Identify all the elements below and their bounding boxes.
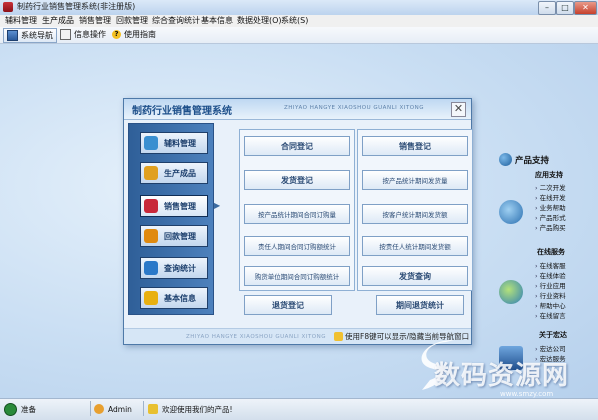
globe-icon bbox=[499, 153, 512, 166]
service-section-title: 在线服务 bbox=[537, 248, 565, 256]
dialog-title: 制药行业销售管理系统 bbox=[132, 106, 232, 117]
status-icon bbox=[4, 402, 17, 416]
dialog-close-button[interactable]: ✕ bbox=[451, 102, 466, 117]
nav-sales-button[interactable]: 销售管理 bbox=[140, 195, 208, 217]
nav-basic-info-label: 基本信息 bbox=[164, 293, 196, 303]
menu-basic-info[interactable]: 基本信息 bbox=[201, 15, 233, 27]
toolbar-info-label: 信息操作 bbox=[74, 30, 106, 39]
sales-icon bbox=[144, 199, 158, 213]
materials-icon bbox=[144, 136, 158, 150]
status-welcome-text: 欢迎使用我们的产品! bbox=[162, 404, 233, 414]
nav-payment-button[interactable]: 回款管理 bbox=[140, 225, 208, 247]
support-heading: 产品支持 bbox=[515, 156, 550, 166]
sales-register-button[interactable]: 销售登记 bbox=[362, 136, 468, 156]
service-link[interactable]: 行业应用 bbox=[535, 280, 566, 290]
left-function-group: 合同登记 发货登记 按产品统计期间合同订购量 责任人期间合同订购额统计 购货单位… bbox=[239, 129, 355, 291]
shipment-query-button[interactable]: 发货查询 bbox=[362, 266, 468, 286]
dialog-pinyin: ZHIYAO HANGYE XIAOSHOU GUANLI XITONG bbox=[284, 105, 424, 111]
tip-icon bbox=[334, 332, 343, 341]
menu-data[interactable]: 数据处理(O) bbox=[237, 15, 282, 27]
menu-products[interactable]: 生产成品 bbox=[42, 15, 74, 27]
status-divider bbox=[90, 401, 91, 416]
watermark-text: 数码资源网 bbox=[434, 361, 570, 391]
nav-products-label: 生产成品 bbox=[164, 168, 196, 178]
support-link[interactable]: 二次开发 bbox=[535, 182, 566, 192]
nav-sales-label: 销售管理 bbox=[164, 201, 196, 211]
toolbar-nav-label: 系统导航 bbox=[21, 31, 53, 40]
support-link[interactable]: 业务帮助 bbox=[535, 202, 566, 212]
toolbar-nav-button[interactable]: 系统导航 bbox=[3, 28, 57, 43]
menu-system[interactable]: 系统(S) bbox=[281, 15, 308, 27]
menu-sales[interactable]: 销售管理 bbox=[79, 15, 111, 27]
status-state: 准备 bbox=[4, 402, 36, 416]
nav-products-button[interactable]: 生产成品 bbox=[140, 162, 208, 184]
about-section-title: 关于宏达 bbox=[539, 331, 567, 339]
return-register-button[interactable]: 退货登记 bbox=[244, 295, 332, 315]
monitor-icon bbox=[7, 30, 18, 41]
nav-materials-button[interactable]: 辅料管理 bbox=[140, 132, 208, 154]
support-link[interactable]: 产品形式 bbox=[535, 212, 566, 222]
nav-materials-label: 辅料管理 bbox=[164, 138, 196, 148]
payment-icon bbox=[144, 229, 158, 243]
window-title: 制药行业销售管理系统(非注册版) bbox=[17, 2, 136, 11]
help-icon: ? bbox=[112, 30, 121, 39]
info-icon bbox=[60, 29, 71, 40]
service-link[interactable]: 在线体验 bbox=[535, 270, 566, 280]
toolbar-help-button[interactable]: ? 使用指南 bbox=[109, 28, 159, 41]
maximize-button[interactable]: □ bbox=[556, 1, 574, 15]
menu-query-stats[interactable]: 综合查询统计 bbox=[152, 15, 200, 27]
return-stats-button[interactable]: 期间退货统计 bbox=[376, 295, 464, 315]
nav-payment-label: 回款管理 bbox=[164, 231, 196, 241]
support-link[interactable]: 在线开发 bbox=[535, 192, 566, 202]
status-user: Admin bbox=[94, 403, 132, 415]
nav-basic-info-button[interactable]: 基本信息 bbox=[140, 287, 208, 309]
status-user-text: Admin bbox=[108, 404, 132, 414]
about-link[interactable]: 宏达公司 bbox=[535, 343, 566, 353]
product-shipment-stats-button[interactable]: 按产品统计期间发货量 bbox=[362, 170, 468, 190]
user-icon bbox=[94, 404, 104, 414]
toolbar-help-label: 使用指南 bbox=[124, 30, 156, 39]
chevron-right-icon: ▶ bbox=[214, 201, 221, 210]
minimize-button[interactable]: – bbox=[538, 1, 556, 15]
person-shipment-stats-button[interactable]: 按责任人统计期间发货额 bbox=[362, 236, 468, 256]
star-icon bbox=[144, 291, 158, 305]
title-bar: 制药行业销售管理系统(非注册版) – □ ✕ bbox=[0, 0, 598, 16]
nav-stats-label: 查询统计 bbox=[164, 263, 196, 273]
product-contract-stats-button[interactable]: 按产品统计期间合同订购量 bbox=[244, 204, 350, 224]
toolbar-info-button[interactable]: 信息操作 bbox=[57, 28, 109, 41]
service-link[interactable]: 行业资料 bbox=[535, 290, 566, 300]
contract-register-button[interactable]: 合同登记 bbox=[244, 136, 350, 156]
arrow-icon bbox=[499, 200, 523, 224]
customer-shipment-stats-button[interactable]: 按客户统计期间发货额 bbox=[362, 204, 468, 224]
person-contract-stats-button[interactable]: 责任人期间合同订购额统计 bbox=[244, 236, 350, 256]
dialog-header: 制药行业销售管理系统 ZHIYAO HANGYE XIAOSHOU GUANLI… bbox=[124, 99, 471, 120]
menu-materials[interactable]: 辅料管理 bbox=[5, 15, 37, 27]
support-section-title: 应用支持 bbox=[535, 171, 563, 179]
close-window-button[interactable]: ✕ bbox=[574, 1, 597, 15]
app-icon bbox=[3, 2, 13, 12]
navigation-dialog: 制药行业销售管理系统 ZHIYAO HANGYE XIAOSHOU GUANLI… bbox=[123, 98, 473, 345]
watermark-url: www.smzy.com bbox=[500, 390, 554, 398]
service-link[interactable]: 在线留言 bbox=[535, 310, 566, 320]
shipment-register-button[interactable]: 发货登记 bbox=[244, 170, 350, 190]
globe-network-icon bbox=[499, 280, 523, 304]
toolbar: 系统导航 信息操作 ? 使用指南 bbox=[0, 27, 598, 44]
support-link[interactable]: 产品购买 bbox=[535, 222, 566, 232]
products-icon bbox=[144, 166, 158, 180]
status-divider bbox=[143, 401, 144, 416]
service-link[interactable]: 在线客服 bbox=[535, 260, 566, 270]
status-welcome: 欢迎使用我们的产品! bbox=[148, 403, 233, 415]
status-state-text: 准备 bbox=[21, 404, 36, 414]
nav-panel: 辅料管理 生产成品 销售管理 回款管理 查询统计 基本信息 bbox=[128, 123, 214, 315]
info-bulb-icon bbox=[148, 404, 158, 414]
footer-pinyin: ZHIYAO HANGYE XIAOSHOU GUANLI XITONG bbox=[186, 334, 326, 340]
nav-stats-button[interactable]: 查询统计 bbox=[140, 257, 208, 279]
status-bar: 准备 Admin 欢迎使用我们的产品! bbox=[0, 398, 598, 420]
menu-payments[interactable]: 回款管理 bbox=[116, 15, 148, 27]
right-function-group: 销售登记 按产品统计期间发货量 按客户统计期间发货额 按责任人统计期间发货额 发… bbox=[357, 129, 473, 291]
service-link[interactable]: 帮助中心 bbox=[535, 300, 566, 310]
stats-icon bbox=[144, 261, 158, 275]
buyer-contract-stats-button[interactable]: 购货单位期间合同订购额统计 bbox=[244, 266, 350, 286]
